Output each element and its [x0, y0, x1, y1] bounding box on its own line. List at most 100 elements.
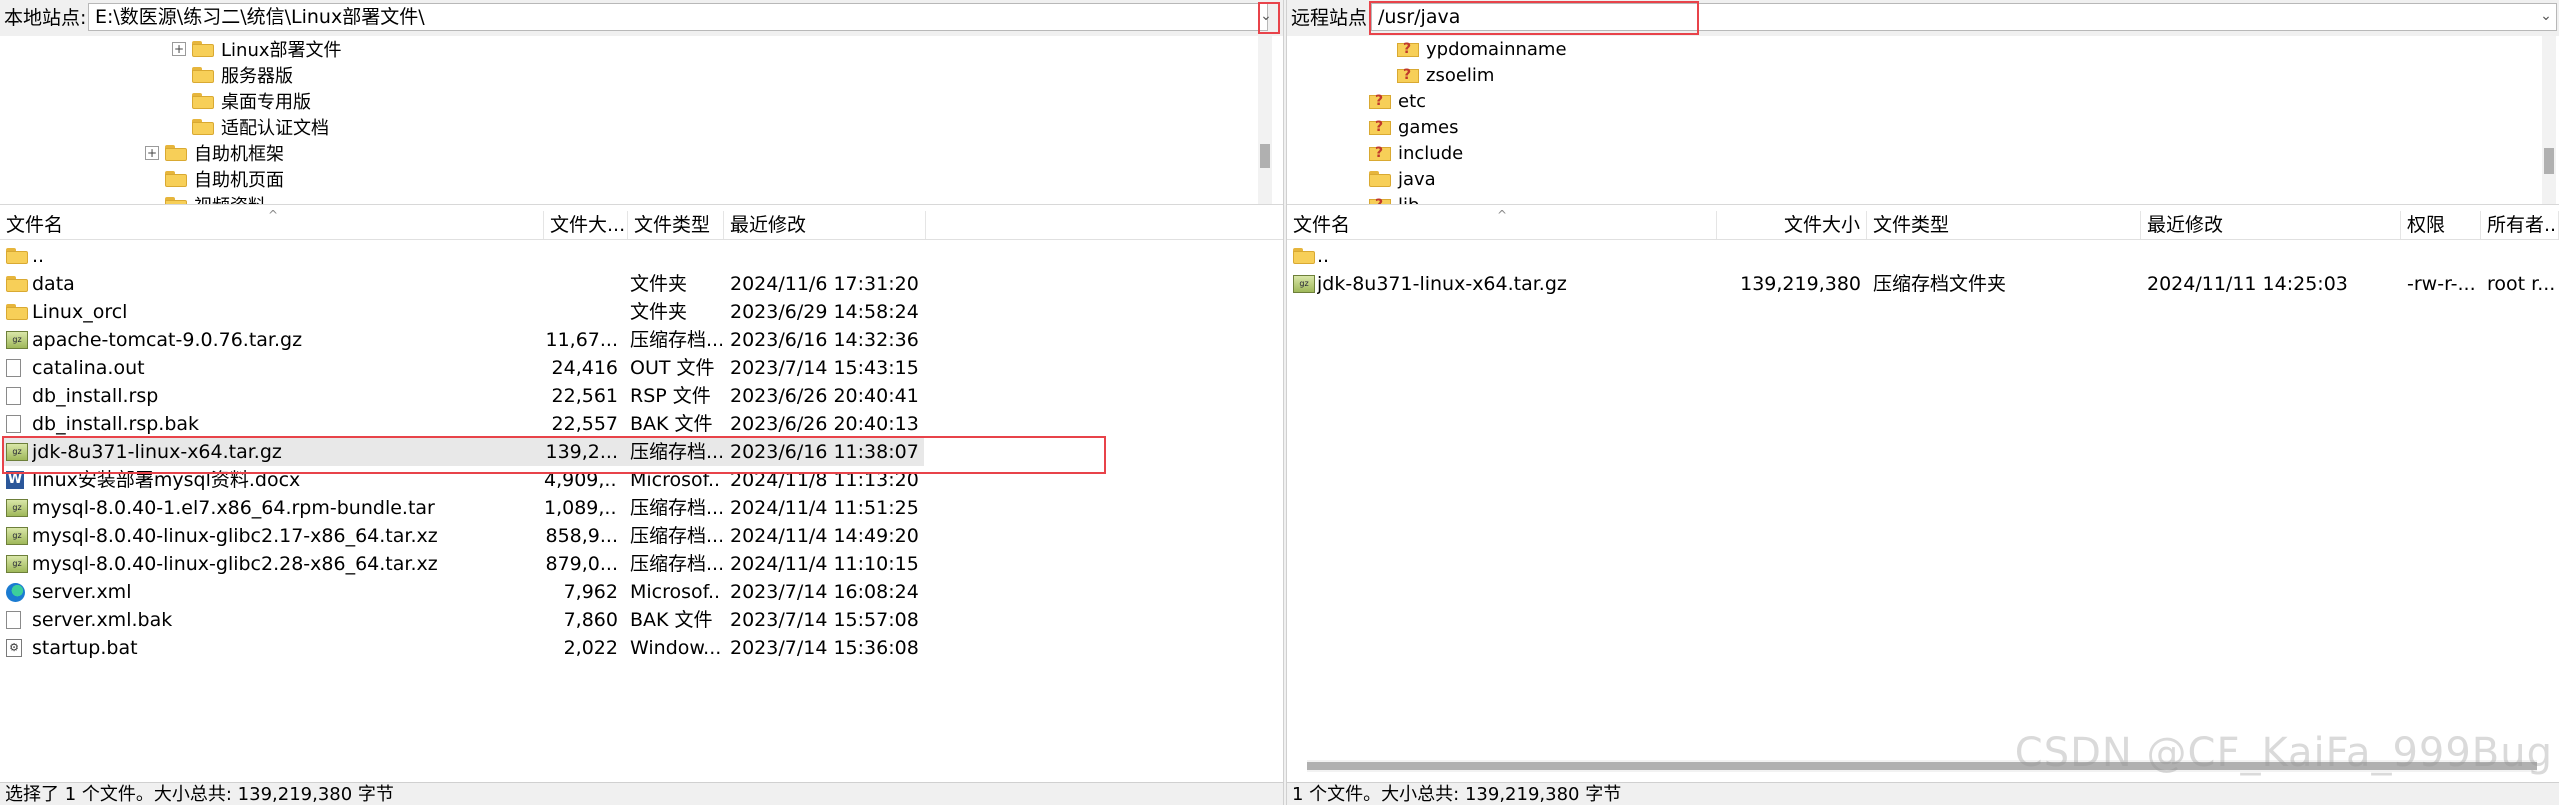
folder-icon — [165, 171, 187, 187]
cell-type — [630, 242, 722, 270]
remote-site-label: 远程站点: — [1291, 7, 1374, 29]
cell-name: Linux_orcl — [32, 301, 128, 323]
file-row[interactable]: gz jdk-8u371-linux-x64.tar.gz 139,219,380 压… — [1287, 270, 2559, 298]
folder-icon — [165, 145, 187, 161]
expand-icon[interactable]: + — [145, 146, 159, 160]
tree-item[interactable]: ? etc — [1369, 88, 1426, 114]
tree-item[interactable]: ? lib — [1369, 192, 1419, 204]
archive-icon: gz — [6, 499, 28, 517]
file-row[interactable]: Linux_orcl 文件夹 2023/6/29 14:58:24 — [0, 298, 1283, 326]
cell-modified: 2024/11/4 11:51:25 — [730, 497, 919, 519]
tree-item[interactable]: ? ypdomainname — [1397, 36, 1567, 62]
column-header-type[interactable]: 文件类型 — [628, 211, 724, 239]
cell-size: 22,561 — [551, 385, 618, 407]
cell-name: db_install.rsp.bak — [32, 413, 200, 435]
cell-type: BAK 文件 — [630, 413, 713, 435]
column-header-owner[interactable]: 所有者... — [2481, 211, 2559, 239]
folder-icon — [1293, 248, 1315, 264]
tree-item[interactable]: + 自助机框架 — [145, 140, 284, 166]
scrollbar-thumb[interactable] — [1260, 144, 1270, 168]
file-row[interactable]: server.xml 7,962 Microsof... 2023/7/14 16:0… — [0, 578, 1283, 606]
cell-type: 压缩存档... — [630, 497, 722, 519]
tree-item[interactable]: + Linux部署文件 — [172, 36, 342, 62]
column-header-modified[interactable]: 最近修改 — [2141, 211, 2401, 239]
cell-type: Window... — [630, 637, 722, 659]
cell-owner — [2487, 242, 2557, 270]
cell-type: BAK 文件 — [630, 609, 713, 631]
unknown-folder-icon: ? — [1397, 41, 1419, 57]
tree-item[interactable]: 桌面专用版 — [192, 88, 311, 114]
cell-perms — [2407, 242, 2479, 270]
cell-type: 压缩存档... — [630, 441, 722, 463]
tree-item[interactable]: 自助机页面 — [165, 166, 284, 192]
file-row[interactable]: catalina.out 24,416 OUT 文件 2023/7/14 15:43:… — [0, 354, 1283, 382]
tree-item[interactable]: 适配认证文档 — [192, 114, 329, 140]
local-path-input[interactable]: E:\数医源\练习二\统信\Linux部署文件\ — [88, 3, 1268, 31]
file-row[interactable]: db_install.rsp.bak 22,557 BAK 文件 2023/6/26 … — [0, 410, 1283, 438]
cell-name: jdk-8u371-linux-x64.tar.gz — [32, 441, 282, 463]
cell-type: 压缩存档... — [630, 553, 722, 575]
tree-item-label: ypdomainname — [1426, 38, 1567, 60]
cell-perms: -rw-r-... — [2407, 273, 2476, 295]
file-row[interactable]: data 文件夹 2024/11/6 17:31:20 — [0, 270, 1283, 298]
chevron-down-icon[interactable]: ⌄ — [1258, 9, 1274, 23]
folder-icon — [6, 276, 28, 292]
cell-name: db_install.rsp — [32, 385, 159, 407]
file-row[interactable]: gz mysql-8.0.40-1.el7.x86_64.rpm-bundle.t… — [0, 494, 1283, 522]
file-row[interactable]: gz mysql-8.0.40-linux-glibc2.28-x86_64.ta… — [0, 550, 1283, 578]
scrollbar-thumb[interactable] — [1307, 762, 2537, 770]
tree-scrollbar[interactable] — [1258, 36, 1272, 204]
folder-icon — [192, 41, 214, 57]
tree-item[interactable]: 视频资料 — [165, 192, 266, 204]
tree-item[interactable]: 服务器版 — [192, 62, 293, 88]
cell-type: 压缩存档文件夹 — [1873, 273, 2007, 295]
tree-item[interactable]: ? zsoelim — [1397, 62, 1494, 88]
chevron-down-icon[interactable]: ⌄ — [2538, 9, 2554, 23]
cell-size: 7,962 — [563, 581, 618, 603]
remote-path-input[interactable]: /usr/java — [1371, 3, 2557, 31]
cell-size: 4,909,... — [544, 469, 618, 491]
tree-item[interactable]: java — [1369, 166, 1436, 192]
file-row[interactable]: .. — [0, 242, 1283, 270]
cell-modified: 2024/11/6 17:31:20 — [730, 273, 919, 295]
document-icon — [6, 611, 21, 629]
cell-size: 22,557 — [551, 413, 618, 435]
file-row[interactable]: ⚙ startup.bat 2,022 Window... 2023/7/14 15:3… — [0, 634, 1283, 662]
unknown-folder-icon: ? — [1369, 197, 1391, 204]
column-header-modified[interactable]: 最近修改 — [724, 211, 926, 239]
list-horizontal-scrollbar[interactable] — [1307, 760, 2537, 772]
tree-item[interactable]: ? games — [1369, 114, 1458, 140]
file-row[interactable]: gz apache-tomcat-9.0.76.tar.gz 11,67... 压缩存… — [0, 326, 1283, 354]
tree-item-label: 服务器版 — [221, 66, 293, 87]
column-header-type[interactable]: 文件类型 — [1867, 211, 2141, 239]
file-row[interactable]: Wlinux安装部署mysql资料.docx 4,909,... Microsof.… — [0, 466, 1283, 494]
cell-name: linux安装部署mysql资料.docx — [32, 469, 301, 491]
cell-modified: 2023/6/16 11:38:07 — [730, 441, 919, 463]
tree-item[interactable]: ? include — [1369, 140, 1463, 166]
file-row[interactable]: server.xml.bak 7,860 BAK 文件 2023/7/14 15:57… — [0, 606, 1283, 634]
unknown-folder-icon: ? — [1369, 93, 1391, 109]
cell-size: 11,67... — [545, 329, 618, 351]
archive-icon: gz — [6, 331, 28, 349]
file-row[interactable]: .. — [1287, 242, 2559, 270]
cell-size: 858,9... — [545, 525, 618, 547]
cell-modified: 2023/7/14 15:43:15 — [730, 357, 919, 379]
file-row[interactable]: gz jdk-8u371-linux-x64.tar.gz 139,2... 压缩存档… — [0, 438, 1283, 466]
file-row[interactable]: gz mysql-8.0.40-linux-glibc2.17-x86_64.ta… — [0, 522, 1283, 550]
folder-icon — [192, 119, 214, 135]
cell-name: server.xml — [32, 581, 132, 603]
column-header-size[interactable]: 文件大小 — [1717, 211, 1867, 239]
remote-pane: 远程站点: /usr/java ⌄ ? ypdomainname ? zsoel… — [1287, 0, 2559, 805]
tree-item-label: java — [1398, 168, 1436, 190]
cell-type: 压缩存档... — [630, 525, 722, 547]
column-header-size[interactable]: 文件大... — [544, 211, 628, 239]
cell-owner: root r... — [2487, 273, 2556, 295]
expand-icon[interactable]: + — [172, 42, 186, 56]
local-status-bar: 选择了 1 个文件。大小总共: 139,219,380 字节 — [0, 782, 1283, 805]
scrollbar-thumb[interactable] — [2544, 148, 2554, 174]
file-row[interactable]: db_install.rsp 22,561 RSP 文件 2023/6/26 20:4… — [0, 382, 1283, 410]
tree-scrollbar[interactable] — [2542, 36, 2556, 204]
cell-name: .. — [32, 245, 45, 267]
column-header-permissions[interactable]: 权限 — [2401, 211, 2481, 239]
cell-size — [544, 270, 618, 298]
